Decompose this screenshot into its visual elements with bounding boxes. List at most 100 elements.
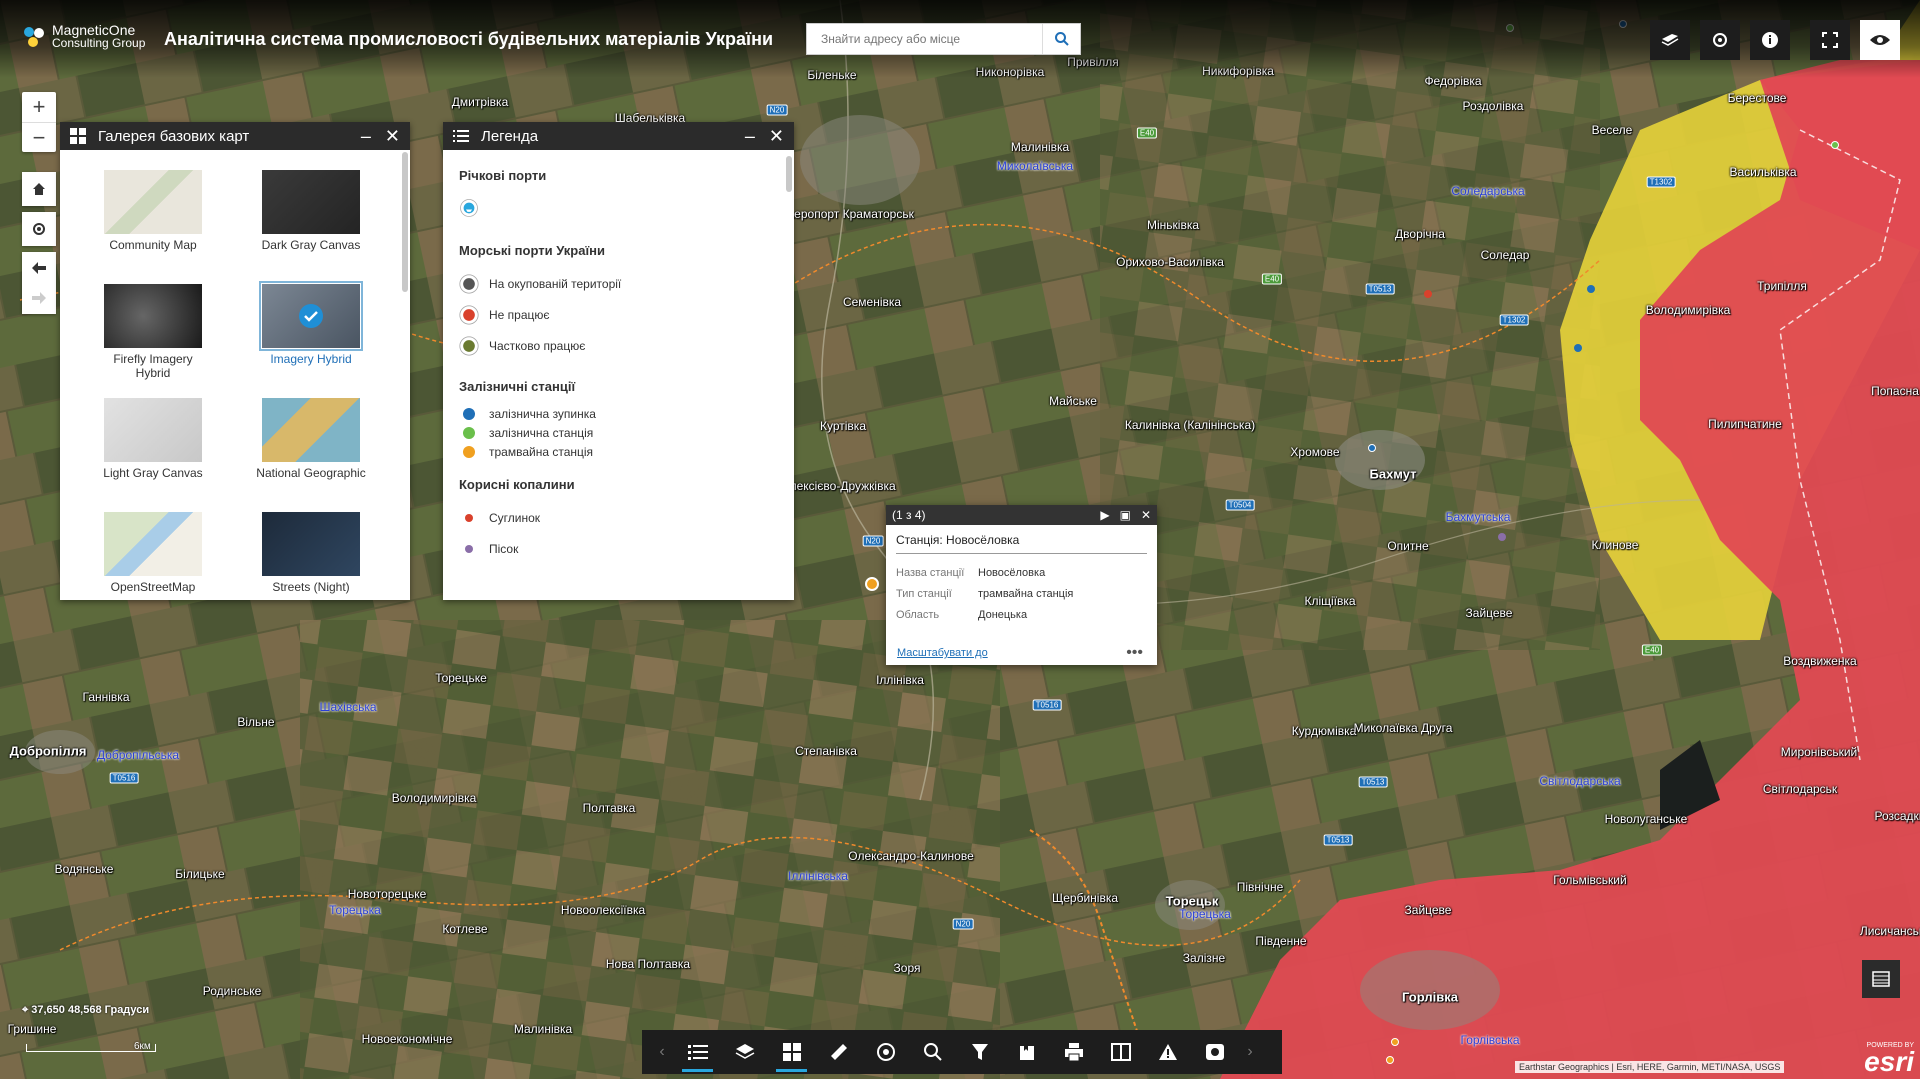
dock-legend-button[interactable]: [674, 1030, 721, 1074]
list-icon: [453, 130, 469, 142]
place-label: Попасна: [1871, 384, 1919, 398]
about-button[interactable]: [1750, 20, 1790, 60]
extent-nav: [22, 252, 56, 314]
basemap-osm[interactable]: OpenStreetMap: [98, 512, 208, 594]
esri-logo[interactable]: POWERED BY esri: [1864, 1042, 1914, 1076]
place-label: Малинівка: [1010, 140, 1070, 154]
place-label: Білицьке: [175, 867, 225, 881]
basemap-dark-gray[interactable]: Dark Gray Canvas: [256, 170, 366, 252]
dock-filter-button[interactable]: [956, 1030, 1003, 1074]
basemap-community[interactable]: Community Map: [98, 170, 208, 252]
dock-swipe-button[interactable]: [1097, 1030, 1144, 1074]
maximize-button[interactable]: ▣: [1120, 508, 1131, 522]
home-button[interactable]: [22, 172, 56, 206]
legend-panel: Легенда – ✕ Річкові порти Морські порти …: [443, 122, 794, 600]
share-icon: [1713, 33, 1727, 47]
legend-item: Пісок: [459, 533, 778, 564]
previous-extent-button[interactable]: [31, 253, 47, 283]
tram-station-marker[interactable]: [1391, 1038, 1399, 1046]
search-input[interactable]: [807, 24, 1042, 54]
place-label: Полтавка: [582, 801, 636, 815]
minimize-button[interactable]: –: [361, 127, 371, 145]
place-label: Добропільська: [96, 748, 180, 762]
info-icon: [1762, 32, 1778, 48]
rail-stop-marker[interactable]: [1368, 444, 1376, 452]
share-button[interactable]: [1700, 20, 1740, 60]
next-extent-button[interactable]: [31, 283, 47, 313]
tram-station-marker[interactable]: [865, 577, 879, 591]
place-label: Розсадки: [1874, 809, 1920, 823]
loam-marker[interactable]: [1424, 290, 1432, 298]
zoom-to-link[interactable]: Масштабувати до: [897, 647, 988, 659]
place-label: Іллінівка: [876, 673, 924, 687]
road-shield: E40: [1641, 644, 1663, 656]
tram-station-marker[interactable]: [1386, 1056, 1394, 1064]
zoom-out-button[interactable]: −: [22, 122, 56, 152]
scrollbar[interactable]: [402, 152, 408, 292]
legend-item: На окупованій території: [459, 268, 778, 299]
basemap-imagery-hybrid[interactable]: Imagery Hybrid: [256, 281, 366, 366]
tram-station-icon: [459, 442, 479, 462]
visibility-button[interactable]: [1860, 20, 1900, 60]
legend-item: [459, 193, 778, 223]
place-label: Орихово-Василівка: [1116, 255, 1224, 269]
place-label: Зоря: [893, 961, 921, 975]
place-label: Берестове: [1727, 91, 1787, 105]
dock-alert-button[interactable]: [1144, 1030, 1191, 1074]
grid-icon: [782, 1043, 801, 1061]
place-label: Олексієво-Дружківка: [780, 479, 896, 493]
place-label: Миколаївська: [996, 159, 1074, 173]
dock-layers-button[interactable]: [721, 1030, 768, 1074]
attribute-table-button[interactable]: [1862, 960, 1900, 998]
basemap-gallery-panel: Галерея базових карт – ✕ Community Map D…: [60, 122, 410, 600]
dock-query-button[interactable]: [909, 1030, 956, 1074]
place-label: Опитне: [1387, 539, 1429, 553]
popup-title: Станція: Новосёловка: [896, 533, 1147, 554]
locate-icon: [33, 223, 45, 235]
search-button[interactable]: [1042, 24, 1080, 54]
minimize-button[interactable]: –: [745, 127, 755, 145]
basemap-natgeo[interactable]: National Geographic: [256, 398, 366, 480]
port-occupied-icon: [459, 273, 479, 294]
close-button[interactable]: ✕: [385, 127, 400, 145]
popup-header: (1 з 4) ▶ ▣ ✕: [886, 505, 1157, 525]
basemap-toggle-button[interactable]: [1650, 20, 1690, 60]
basemap-streets-night[interactable]: Streets (Night): [256, 512, 366, 594]
next-feature-button[interactable]: ▶: [1100, 508, 1109, 522]
road-shield: T1302: [1646, 176, 1676, 188]
legend-item: залізнична станція: [459, 423, 778, 442]
place-label: Гришине: [7, 1022, 57, 1036]
dock-next-button[interactable]: ›: [1238, 1030, 1262, 1074]
dock-analysis-button[interactable]: [862, 1030, 909, 1074]
dock-measure-button[interactable]: [815, 1030, 862, 1074]
zoom-in-button[interactable]: +: [22, 92, 56, 122]
place-label: Новоекономічне: [361, 1032, 453, 1046]
road-shield: T0513: [1323, 834, 1353, 846]
ruler-icon: [830, 1044, 847, 1060]
legend-section-title: Корисні копалини: [459, 477, 575, 492]
bookmark-icon: [1019, 1044, 1034, 1060]
close-button[interactable]: ✕: [1141, 508, 1151, 522]
scrollbar[interactable]: [786, 156, 792, 192]
sand-marker[interactable]: [1498, 533, 1506, 541]
place-label: Олександро-Калинове: [848, 849, 974, 863]
dock-prev-button[interactable]: ‹: [650, 1030, 674, 1074]
crosshair-icon: ⌖: [22, 1004, 32, 1016]
locate-button[interactable]: [22, 212, 56, 246]
basemap-firefly[interactable]: Firefly Imagery Hybrid: [98, 284, 208, 380]
fullscreen-icon: [1822, 32, 1838, 48]
rail-stop-marker[interactable]: [1587, 285, 1595, 293]
dock-overview-button[interactable]: [1191, 1030, 1238, 1074]
close-button[interactable]: ✕: [769, 127, 784, 145]
rail-stop-icon: [459, 404, 479, 424]
rail-stop-marker[interactable]: [1574, 344, 1582, 352]
company-logo[interactable]: MagneticOne Consulting Group: [22, 23, 145, 50]
dock-print-button[interactable]: [1050, 1030, 1097, 1074]
dock-basemap-button[interactable]: [768, 1030, 815, 1074]
check-icon: [299, 304, 323, 328]
dock-bookmark-button[interactable]: [1003, 1030, 1050, 1074]
rail-station-marker[interactable]: [1831, 141, 1839, 149]
basemap-light-gray[interactable]: Light Gray Canvas: [98, 398, 208, 480]
more-actions-button[interactable]: •••: [1126, 644, 1143, 662]
fullscreen-button[interactable]: [1810, 20, 1850, 60]
